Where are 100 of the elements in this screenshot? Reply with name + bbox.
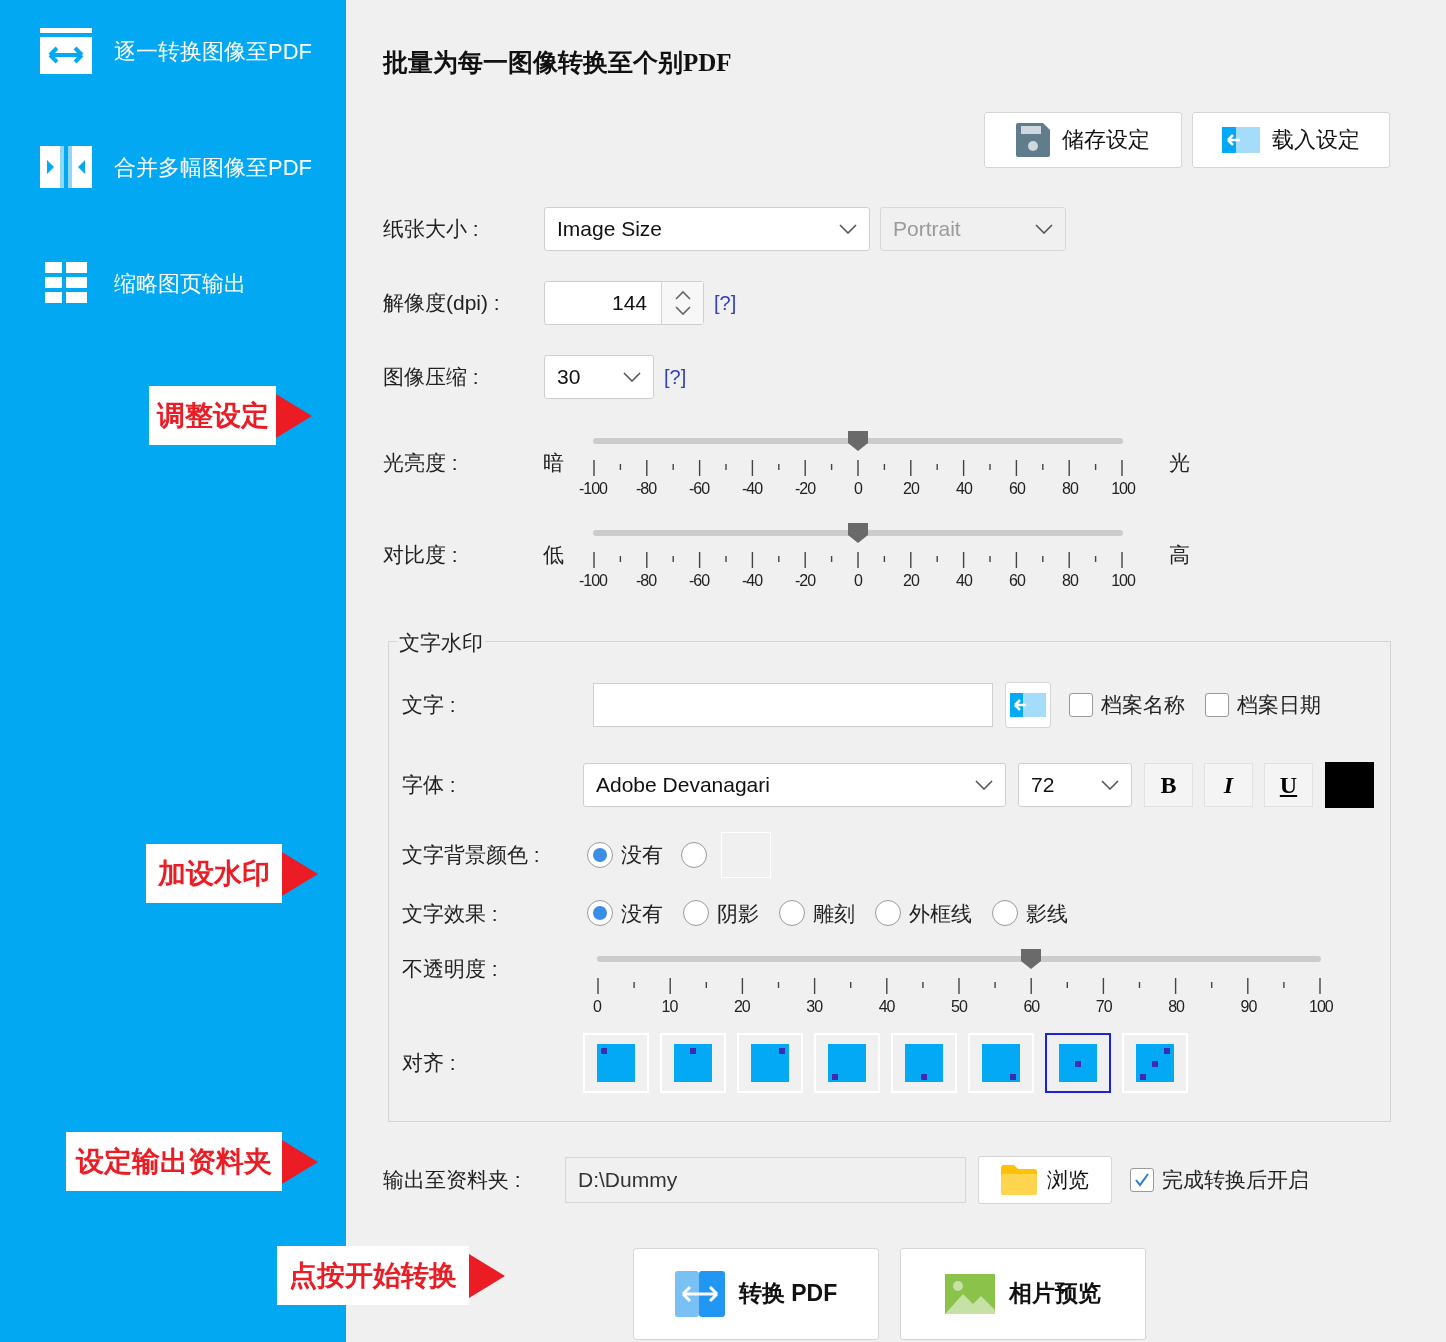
compression-dropdown[interactable]: 30 (544, 354, 654, 399)
slider-track[interactable] (597, 948, 1321, 970)
alignment-icon (828, 1044, 866, 1082)
font-dropdown[interactable]: Adobe Devanagari (583, 762, 1006, 807)
dpi-spinbox[interactable]: 144 (544, 280, 704, 325)
tick-label: 70 (1094, 997, 1113, 1017)
slider-track[interactable] (593, 521, 1123, 544)
alignment-icon (751, 1044, 789, 1082)
field-label: 图像压缩 : (383, 363, 480, 390)
radio-label: 雕刻 (813, 900, 855, 927)
double-arrow-icon (40, 28, 92, 74)
radio-button[interactable] (875, 900, 901, 927)
italic-button[interactable]: I (1204, 762, 1253, 807)
underline-button[interactable]: U (1264, 762, 1313, 807)
tick-label: 60 (1022, 997, 1041, 1017)
tick-label: -20 (793, 570, 817, 591)
tick-label: 60 (1008, 478, 1027, 499)
checkbox-label: 档案名称 (1101, 691, 1185, 718)
font-size-dropdown[interactable]: 72 (1018, 762, 1132, 807)
callout-label: 点按开始转换 (277, 1246, 469, 1305)
tick-label: -60 (687, 478, 711, 499)
radio-label: 影线 (1026, 900, 1068, 927)
checkbox[interactable] (1130, 1167, 1154, 1192)
help-link[interactable]: [?] (714, 287, 737, 318)
radio-button[interactable] (992, 900, 1018, 927)
tick-label: -20 (793, 478, 817, 499)
tick-label: 0 (592, 997, 603, 1017)
tick-label: 80 (1061, 570, 1080, 591)
watermark-text-field[interactable] (593, 682, 993, 727)
radio-label: 没有 (621, 841, 663, 868)
settings-button[interactable]: 载入设定 (1192, 111, 1390, 168)
scale-end-label: 高 (1169, 541, 1190, 568)
tick-label: -40 (740, 478, 764, 499)
checkbox-label: 档案日期 (1237, 691, 1321, 718)
image-icon (945, 1273, 995, 1314)
checkbox[interactable] (1205, 692, 1229, 717)
alignment-icon (982, 1044, 1020, 1082)
scale-end-label: 暗 (543, 449, 565, 476)
tick-label: -80 (634, 570, 658, 591)
slider-thumb[interactable] (847, 521, 869, 544)
checkbox[interactable] (1069, 692, 1093, 717)
tick-label: 40 (955, 478, 974, 499)
bold-button[interactable]: B (1144, 762, 1193, 807)
field-label: 对比度 : (383, 541, 459, 568)
field-label: 文字效果 : (402, 900, 499, 927)
output-folder-field[interactable]: D:\Dummy (565, 1156, 966, 1203)
chevron-down-icon (975, 779, 993, 790)
callout-label: 设定输出资料夹 (66, 1132, 282, 1191)
tick-label: 40 (955, 570, 974, 591)
radio-button[interactable] (681, 841, 707, 868)
tick-label: 100 (1110, 570, 1137, 591)
radio-button[interactable] (587, 841, 613, 868)
tick-label: 20 (902, 478, 921, 499)
tick-label: -80 (634, 478, 658, 499)
field-label: 纸张大小 : (383, 215, 480, 242)
radio-button[interactable] (587, 900, 613, 927)
tick-label: 80 (1167, 997, 1186, 1017)
tick-label: 80 (1061, 478, 1080, 499)
page-title: 批量为每一图像转换至个别PDF (383, 48, 733, 78)
alignment-icon (905, 1044, 943, 1082)
alignment-icon (1136, 1044, 1174, 1082)
tick-label: 10 (660, 997, 679, 1017)
pointer-arrow-icon (282, 851, 318, 896)
pointer-arrow-icon (469, 1253, 505, 1298)
tick-label: -40 (740, 570, 764, 591)
action-button[interactable]: 转换 PDF (633, 1247, 879, 1340)
help-link[interactable]: [?] (664, 361, 687, 392)
paper-size-dropdown[interactable]: Image Size (544, 206, 870, 251)
folder-icon (1001, 1164, 1037, 1195)
slider-track[interactable] (593, 429, 1123, 452)
radio-button[interactable] (683, 900, 709, 927)
tick-label: 30 (805, 997, 824, 1017)
callout-label: 加设水印 (146, 844, 282, 903)
action-button[interactable]: 相片预览 (900, 1247, 1146, 1340)
field-label: 对齐 : (402, 1050, 457, 1077)
insert-button[interactable] (1005, 681, 1051, 728)
merge-icon (40, 146, 92, 188)
chevron-down-icon (623, 371, 641, 382)
chevron-down-icon (839, 223, 857, 234)
slider-thumb[interactable] (847, 429, 869, 452)
pointer-arrow-icon (282, 1139, 318, 1184)
tick-label: 20 (732, 997, 751, 1017)
browse-button[interactable]: 浏览 (978, 1155, 1112, 1204)
scale-end-label: 低 (543, 541, 565, 568)
radio-button[interactable] (779, 900, 805, 927)
field-label: 文字背景颜色 : (402, 841, 541, 868)
settings-button[interactable]: 储存设定 (984, 111, 1182, 168)
tick-label: -100 (578, 478, 609, 499)
field-label: 不透明度 : (402, 956, 499, 982)
import-arrow-icon (1010, 692, 1046, 717)
field-label: 文字 : (402, 691, 457, 718)
alignment-button[interactable] (1045, 1033, 1111, 1093)
slider-thumb[interactable] (1020, 948, 1043, 970)
tick-label: 50 (950, 997, 969, 1017)
field-label: 输出至资料夹 : (383, 1166, 522, 1193)
color-swatch[interactable] (1325, 761, 1374, 808)
tick-label: 0 (853, 478, 864, 499)
radio-label: 外框线 (909, 900, 972, 927)
tick-label: 20 (902, 570, 921, 591)
convert-arrows-icon (674, 1270, 725, 1317)
